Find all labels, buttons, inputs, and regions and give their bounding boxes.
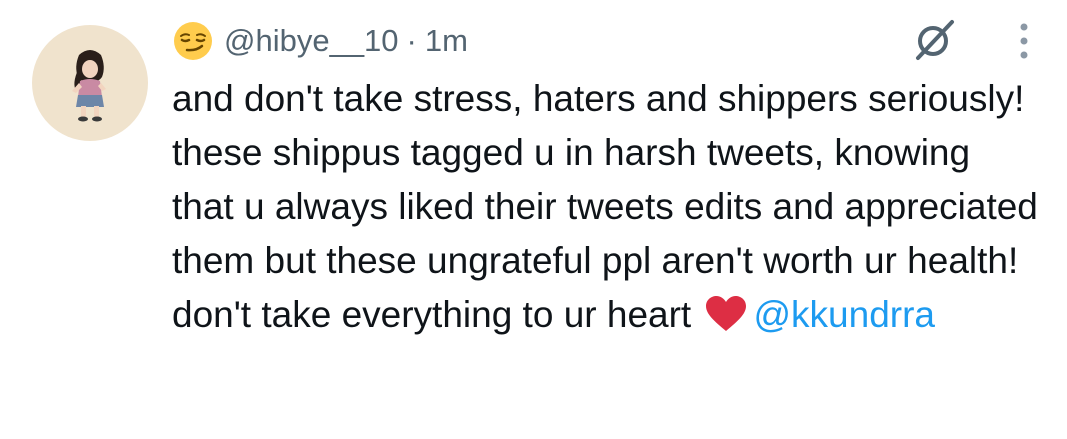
user-handle[interactable]: @hibye__10	[224, 23, 399, 59]
red-heart-icon	[704, 294, 748, 332]
more-vertical-icon	[1020, 23, 1028, 59]
grok-button[interactable]	[908, 16, 962, 64]
more-options-button[interactable]	[1006, 18, 1042, 64]
separator-dot: ·	[406, 23, 417, 58]
avatar-image	[72, 50, 106, 122]
tweet-text: and don't take stress, haters and shippe…	[172, 72, 1042, 342]
avatar[interactable]	[32, 25, 148, 141]
grok-icon	[916, 20, 954, 60]
mention-link[interactable]: @kkundrra	[754, 294, 936, 335]
timestamp[interactable]: 1m	[425, 23, 468, 59]
tweet-header: @hibye__10 · 1m	[172, 18, 468, 64]
smirking-face-icon	[172, 20, 214, 62]
tweet[interactable]: @hibye__10 · 1m and don't take stress, h…	[0, 0, 1067, 439]
